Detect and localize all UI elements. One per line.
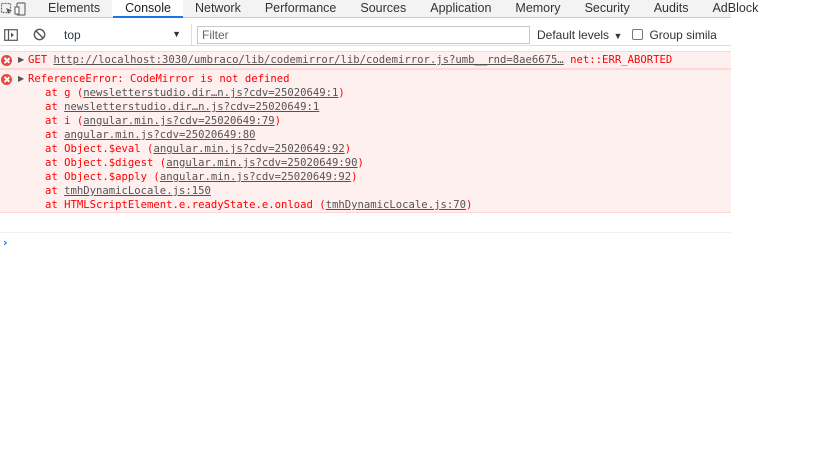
stack-link[interactable]: angular.min.js?cdv=25020649:92 (160, 171, 351, 183)
tab-audits[interactable]: Audits (642, 0, 701, 17)
tab-sources[interactable]: Sources (348, 0, 418, 17)
stack-frame: at newsletterstudio.dir…n.js?cdv=2502064… (45, 101, 320, 113)
inspect-icon[interactable] (0, 0, 14, 18)
expand-triangle-icon[interactable]: ▶ (18, 55, 24, 64)
stack-frame: at HTMLScriptElement.e.readyState.e.onlo… (45, 199, 473, 211)
stack-link[interactable]: newsletterstudio.dir…n.js?cdv=25020649:1 (64, 101, 319, 113)
console-divider (0, 232, 731, 233)
tab-memory[interactable]: Memory (503, 0, 572, 17)
stack-link[interactable]: angular.min.js?cdv=25020649:90 (166, 157, 357, 169)
error-icon (1, 55, 12, 66)
console-toolbar: top ▼ Default levels ▼ Group simila (0, 23, 731, 46)
stack-link[interactable]: tmhDynamicLocale.js:70 (326, 199, 466, 211)
error-icon (1, 74, 12, 85)
dropdown-arrow-icon: ▼ (172, 28, 181, 39)
console-prompt-icon[interactable]: › (3, 236, 8, 249)
tab-console[interactable]: Console (112, 0, 183, 18)
tab-adblock[interactable]: AdBlock (700, 0, 770, 17)
devtools-tabbar: Elements Console Network Performance Sou… (0, 0, 758, 18)
context-selector[interactable]: top ▼ (54, 23, 192, 46)
tab-performance[interactable]: Performance (253, 0, 349, 17)
group-similar-label: Group simila (649, 27, 717, 42)
filter-input[interactable] (197, 25, 530, 44)
default-levels-dropdown[interactable]: Default levels ▼ (537, 28, 622, 42)
get-status: net::ERR_ABORTED (570, 54, 673, 66)
get-method: GET (28, 54, 48, 66)
network-error-message: ▶ GET http://localhost:3030/umbraco/lib/… (0, 51, 731, 69)
sidebar-toggle-icon[interactable] (2, 26, 20, 44)
stack-link[interactable]: newsletterstudio.dir…n.js?cdv=25020649:1 (83, 87, 338, 99)
stack-frame: at Object.$eval (angular.min.js?cdv=2502… (45, 143, 352, 155)
stack-frame: at tmhDynamicLocale.js:150 (45, 185, 211, 197)
stack-link[interactable]: angular.min.js?cdv=25020649:79 (83, 115, 274, 127)
stack-frame: at Object.$apply (angular.min.js?cdv=250… (45, 171, 358, 183)
context-value: top (64, 27, 81, 42)
stack-link[interactable]: tmhDynamicLocale.js:150 (64, 185, 211, 197)
device-toggle-icon[interactable] (14, 0, 28, 18)
reference-error-message: ▶ ReferenceError: CodeMirror is not defi… (0, 69, 731, 213)
group-similar-checkbox[interactable] (632, 29, 644, 40)
stack-frame: at g (newsletterstudio.dir…n.js?cdv=2502… (45, 87, 345, 99)
stack-link[interactable]: angular.min.js?cdv=25020649:92 (153, 143, 344, 155)
stack-frame: at i (angular.min.js?cdv=25020649:79) (45, 115, 282, 127)
tab-elements[interactable]: Elements (36, 0, 112, 17)
tab-application[interactable]: Application (418, 0, 503, 17)
group-similar-option[interactable]: Group simila (632, 27, 717, 42)
tab-security[interactable]: Security (573, 0, 642, 17)
dropdown-arrow-icon: ▼ (611, 30, 623, 41)
clear-console-icon[interactable] (28, 26, 50, 44)
stack-frame: at Object.$digest (angular.min.js?cdv=25… (45, 157, 364, 169)
stack-link[interactable]: angular.min.js?cdv=25020649:80 (64, 129, 255, 141)
expand-triangle-icon[interactable]: ▶ (18, 74, 24, 83)
tab-network[interactable]: Network (183, 0, 253, 17)
get-url-link[interactable]: http://localhost:3030/umbraco/lib/codemi… (54, 54, 564, 66)
stack-frame: at angular.min.js?cdv=25020649:80 (45, 129, 256, 141)
error-text: ReferenceError: CodeMirror is not define… (28, 73, 290, 85)
levels-label: Default levels (537, 27, 610, 42)
get-line: GET http://localhost:3030/umbraco/lib/co… (28, 53, 672, 67)
